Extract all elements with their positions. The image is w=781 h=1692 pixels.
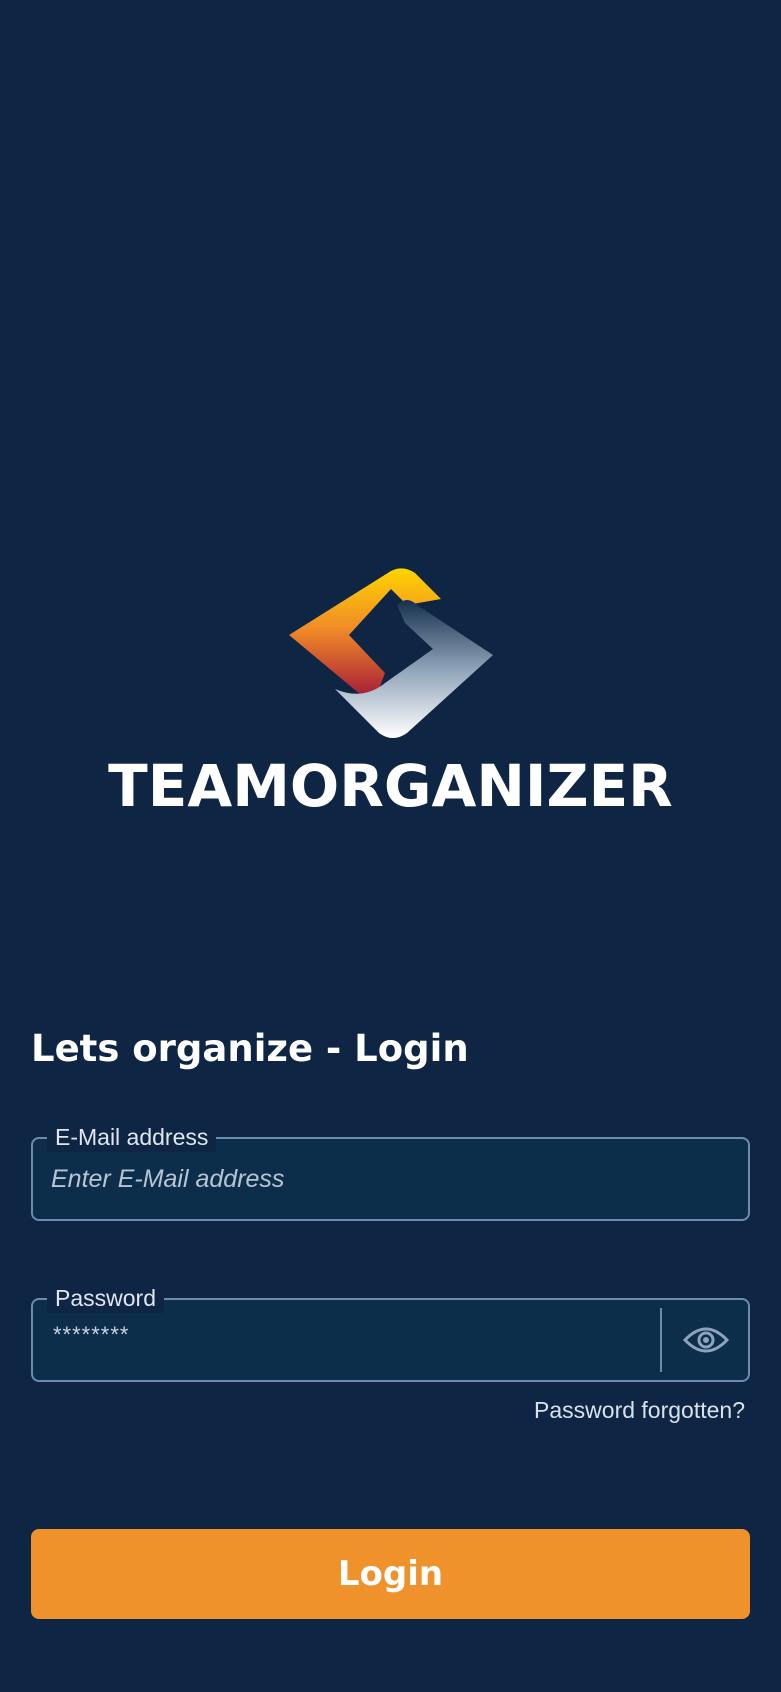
password-forgotten-link[interactable]: Password forgotten? bbox=[534, 1397, 745, 1424]
teamorganizer-logo-icon bbox=[288, 568, 493, 738]
page-title: Lets organize - Login bbox=[31, 1027, 469, 1070]
show-password-button[interactable] bbox=[678, 1318, 734, 1362]
login-screen: TEAMORGANIZER Lets organize - Login E-Ma… bbox=[0, 0, 781, 1692]
email-field[interactable]: E-Mail address bbox=[31, 1122, 750, 1221]
logo-container bbox=[0, 565, 781, 745]
password-field-label: Password bbox=[47, 1283, 164, 1313]
eye-icon bbox=[682, 1327, 730, 1353]
login-button[interactable]: Login bbox=[31, 1529, 750, 1619]
password-field[interactable]: Password ******** bbox=[31, 1283, 750, 1382]
password-input[interactable]: ******** bbox=[53, 1322, 130, 1348]
field-divider bbox=[660, 1308, 662, 1372]
email-input[interactable] bbox=[51, 1139, 611, 1219]
brand-name: TEAMORGANIZER bbox=[108, 752, 673, 820]
